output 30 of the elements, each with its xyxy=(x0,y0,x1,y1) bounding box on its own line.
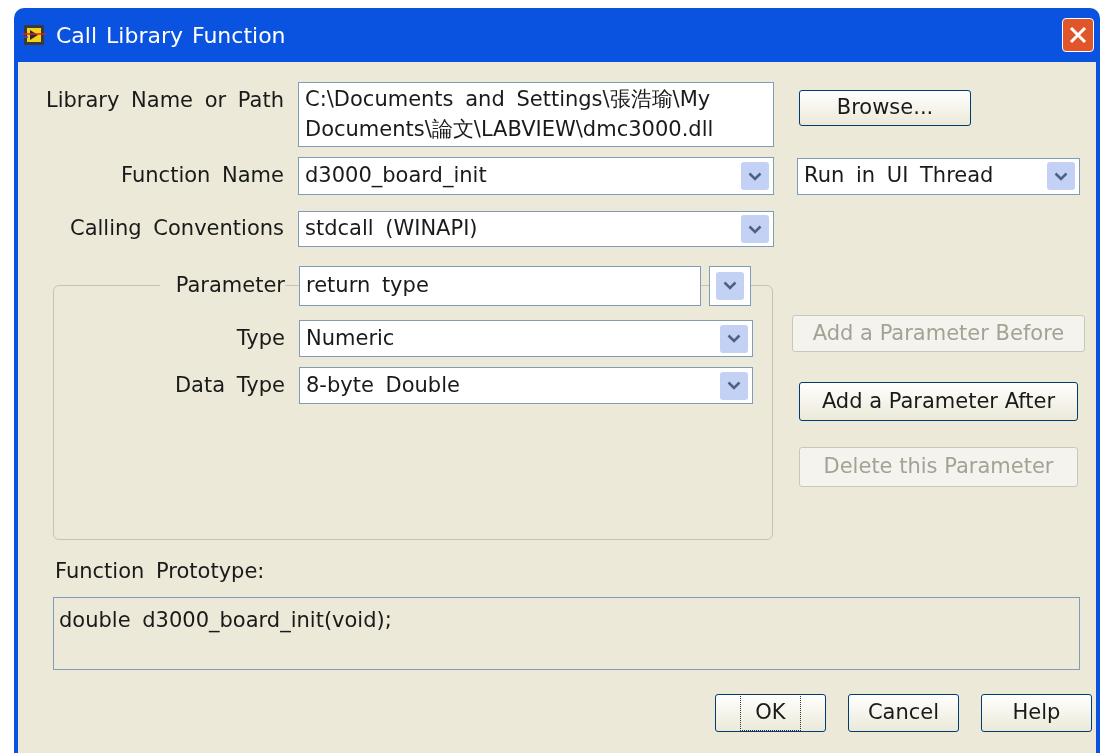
function-name-dropdown[interactable]: d3000_board_init xyxy=(298,157,774,195)
prototype-box: double d3000_board_init(void); xyxy=(53,596,1080,670)
field-label: Library Name or Path xyxy=(44,87,284,114)
prototype-label: Function Prototype: xyxy=(55,558,265,585)
browse-button[interactable]: Browse... xyxy=(799,90,971,126)
close-icon xyxy=(1069,26,1087,44)
chevron-icon xyxy=(748,224,762,234)
calling-conventions-dropdown[interactable]: stdcall (WINAPI) xyxy=(298,211,774,247)
field-label: Function Name xyxy=(120,162,284,190)
parameter-dropdown[interactable]: 8-byte Double xyxy=(299,367,753,404)
parameter-dropdown-button[interactable] xyxy=(709,266,751,306)
chevron-icon xyxy=(748,171,762,181)
chevron-icon xyxy=(1054,171,1068,181)
dialog-button[interactable]: OK xyxy=(715,693,826,732)
app-icon xyxy=(22,24,46,46)
window-title: Call Library Function xyxy=(56,21,286,50)
chevron-icon xyxy=(727,381,741,390)
parameter-button[interactable]: Add a Parameter After xyxy=(799,382,1078,421)
path-field[interactable]: C:\Documents and Settings\張浩瑜\My Documents\論文\LABVIEW\dmc3000.dll xyxy=(298,82,774,147)
thread-dropdown[interactable]: Run in UI Thread xyxy=(797,157,1080,195)
field-label: Calling Conventions xyxy=(69,215,284,243)
dialog-button[interactable]: Cancel xyxy=(848,693,959,732)
field-label: Data Type xyxy=(173,371,285,399)
chevron-icon xyxy=(716,272,744,300)
close-button[interactable] xyxy=(1062,18,1094,52)
dialog-button[interactable]: Help xyxy=(981,693,1092,732)
chevron-icon xyxy=(727,334,741,343)
parameter-dropdown[interactable]: Numeric xyxy=(299,320,753,357)
parameter-field[interactable]: return type xyxy=(299,266,701,306)
field-label: Type xyxy=(235,324,285,352)
